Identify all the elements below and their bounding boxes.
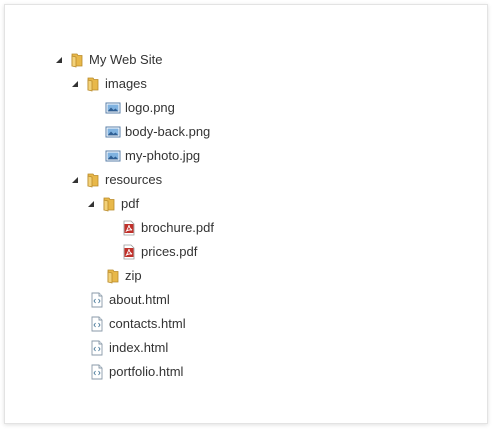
file-tree: My Web Site images logo.png body-back.pn… [5,5,487,423]
expand-arrow-icon[interactable] [69,78,81,90]
tree-node-my-photo-jpg[interactable]: my-photo.jpg [89,146,201,166]
expand-arrow-icon[interactable] [85,198,97,210]
tree-node-label[interactable]: logo.png [124,98,176,118]
tree-node-index-html[interactable]: index.html [73,338,169,358]
tree-node-my-web-site[interactable]: My Web Site [53,50,163,70]
folder-icon [101,196,117,212]
tree-node-label[interactable]: zip [124,266,143,286]
tree-node-body-back-png[interactable]: body-back.png [89,122,211,142]
folder-icon [85,76,101,92]
tree-node-label[interactable]: pdf [120,194,140,214]
folder-icon [105,268,121,284]
tree-node-label[interactable]: my-photo.jpg [124,146,201,166]
expand-arrow-icon[interactable] [69,174,81,186]
tree-node-label[interactable]: body-back.png [124,122,211,142]
tree-node-label[interactable]: portfolio.html [108,362,184,382]
html-file-icon [89,316,105,332]
tree-node-zip[interactable]: zip [89,266,143,286]
tree-node-label[interactable]: images [104,74,148,94]
image-file-icon [105,124,121,140]
tree-node-label[interactable]: resources [104,170,163,190]
tree-node-portfolio-html[interactable]: portfolio.html [73,362,184,382]
folder-icon [85,172,101,188]
html-file-icon [89,364,105,380]
tree-node-label[interactable]: contacts.html [108,314,187,334]
tree-node-label[interactable]: My Web Site [88,50,163,70]
tree-node-label[interactable]: about.html [108,290,171,310]
treeview-panel: My Web Site images logo.png body-back.pn… [4,4,488,424]
tree-node-pdf[interactable]: pdf [85,194,140,214]
tree-node-resources[interactable]: resources [69,170,163,190]
tree-node-prices-pdf[interactable]: prices.pdf [105,242,198,262]
pdf-file-icon [121,244,137,260]
tree-node-logo-png[interactable]: logo.png [89,98,176,118]
tree-node-label[interactable]: index.html [108,338,169,358]
html-file-icon [89,340,105,356]
tree-node-brochure-pdf[interactable]: brochure.pdf [105,218,215,238]
tree-node-contacts-html[interactable]: contacts.html [73,314,187,334]
pdf-file-icon [121,220,137,236]
image-file-icon [105,100,121,116]
folder-icon [69,52,85,68]
tree-node-images[interactable]: images [69,74,148,94]
tree-node-about-html[interactable]: about.html [73,290,171,310]
image-file-icon [105,148,121,164]
html-file-icon [89,292,105,308]
expand-arrow-icon[interactable] [53,54,65,66]
tree-node-label[interactable]: prices.pdf [140,242,198,262]
tree-node-label[interactable]: brochure.pdf [140,218,215,238]
